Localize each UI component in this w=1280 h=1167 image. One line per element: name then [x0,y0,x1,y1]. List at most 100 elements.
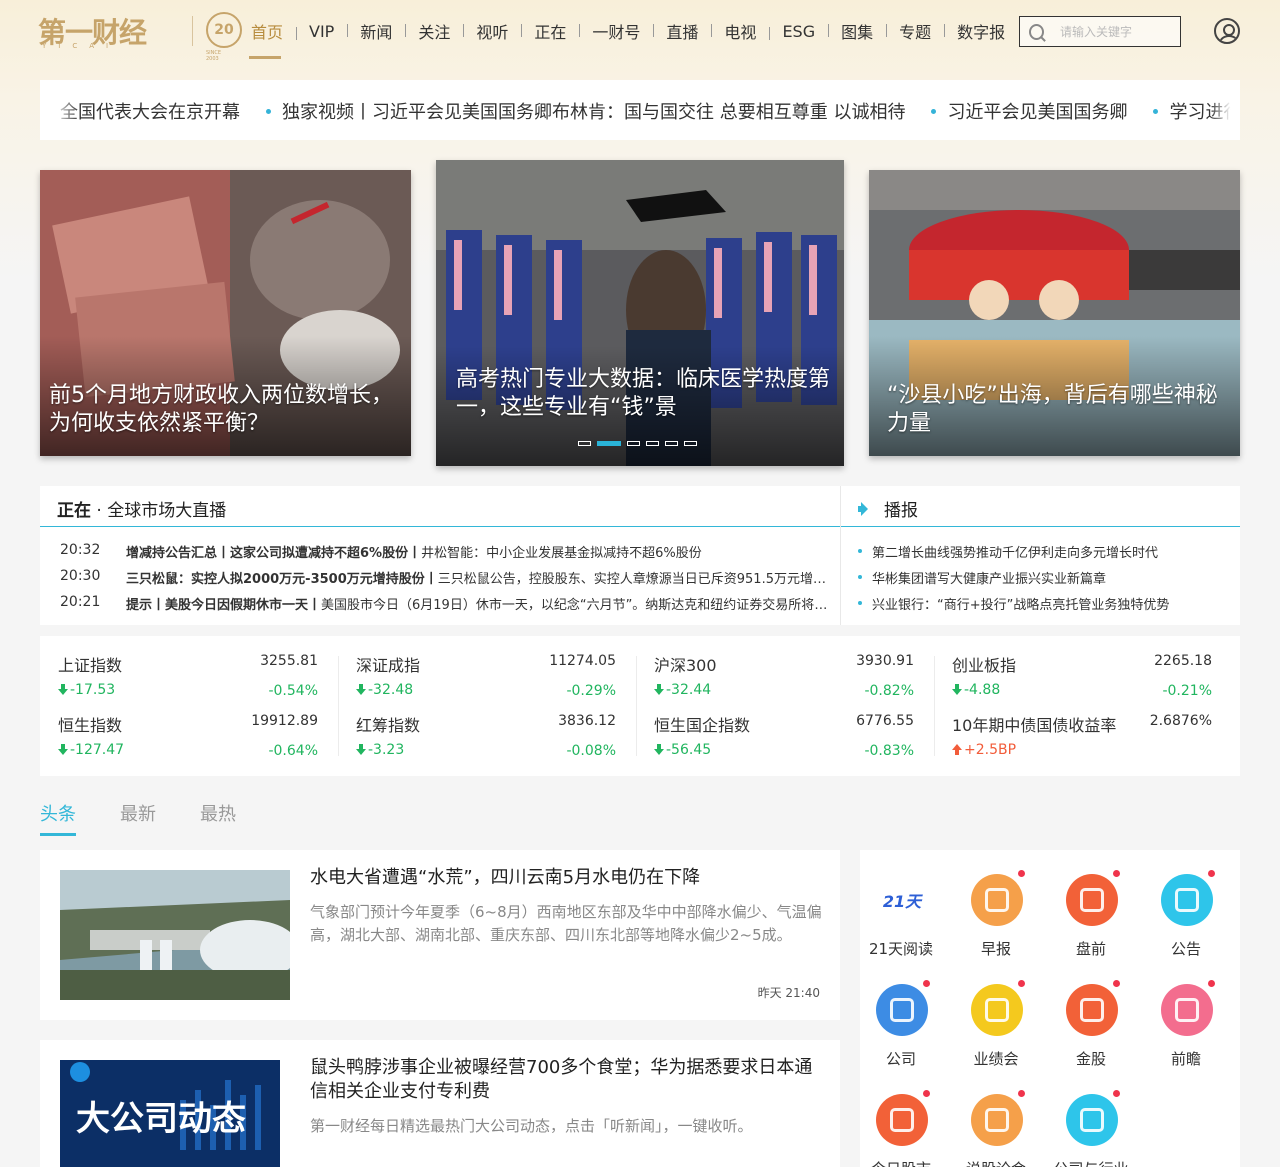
app-5[interactable]: 业绩会 [951,960,1041,1068]
index-value: 2.6876% [1149,713,1212,729]
market-index[interactable]: 深证成指 11274.05 -32.48 -0.29% [356,636,616,699]
live-title[interactable]: 正在 · 全球市场大直播 [57,496,226,521]
index-name: 红筹指数 [356,716,421,735]
arrow-down-icon [654,744,664,755]
nav-item[interactable]: 正在 [521,19,579,43]
index-percent: -0.08% [566,743,616,759]
app-9[interactable]: 说股论会 [951,1070,1041,1167]
market-index[interactable]: 红筹指数 3836.12 -3.23 -0.08% [356,696,616,759]
live-item[interactable]: 20:30 三只松鼠：实控人拟2000万元-3500万元增持股份丨三只松鼠公告，控… [60,568,835,587]
app-10[interactable]: 公司与行业 [1046,1070,1136,1167]
index-value: 11274.05 [549,653,616,669]
ticker-fade-right [1210,80,1240,140]
broadcast-title[interactable]: 播报 [858,496,918,521]
carousel-dot[interactable] [627,441,640,446]
calendar-21-icon: 21天 [876,874,928,926]
nav-item[interactable]: 一财号 [579,19,653,43]
app-1[interactable]: 早报 [951,850,1041,958]
market-index[interactable]: 上证指数 3255.81 -17.53 -0.54% [58,636,318,699]
live-text[interactable]: 三只松鼠：实控人拟2000万元-3500万元增持股份丨三只松鼠公告，控股股东、实… [126,568,835,587]
broadcast-item[interactable]: 第二增长曲线强势推动千亿伊利走向多元增长时代 [858,542,1158,561]
ticker-item[interactable]: 习近平会见美国国务卿 [931,98,1153,124]
market-index[interactable]: 10年期中债国债收益率 2.6876% +2.5BP [952,696,1212,758]
arrow-up-icon [952,744,962,755]
market-index[interactable]: 恒生国企指数 6776.55 -56.45 -0.83% [654,696,914,759]
nav-item[interactable]: ESG [769,22,828,41]
live-item[interactable]: 20:21 提示丨美股今日因假期休市一天丨美国股市今日（6月19日）休市一天，以纪… [60,594,835,613]
carousel-dot[interactable] [684,441,697,446]
notification-dot [1208,980,1215,987]
market-index[interactable]: 恒生指数 19912.89 -127.47 -0.64% [58,696,318,759]
live-detail: 美国股市今日（6月19日）休市一天，以纪念“六月节”。纳斯达克和纽约证券交易所将… [321,598,835,613]
carousel-card-left[interactable]: 前5个月地方财政收入两位数增长，为何收支依然紧平衡？ [40,170,411,456]
nav-item[interactable]: 电视 [711,19,769,43]
ticker-item[interactable]: 独家视频丨习近平会见美国国务卿布林肯：国与国交往 总要相互尊重 以诚相待 [266,98,931,124]
broadcast-item[interactable]: 华彬集团谱写大健康产业振兴实业新篇章 [858,568,1106,587]
market-index[interactable]: 创业板指 2265.18 -4.88 -0.21% [952,636,1212,699]
nav-item[interactable]: 直播 [653,19,711,43]
carousel-card-right[interactable]: “沙县小吃”出海，背后有哪些神秘力量 [869,170,1240,456]
article-card[interactable]: 水电大省遭遇“水荒”，四川云南5月水电仍在下降 气象部门预计今年夏季（6~8月）… [40,850,840,1020]
nav-item[interactable]: VIP [296,22,347,41]
nav-item[interactable]: 首页 [238,19,296,43]
broadcast-item[interactable]: 兴业银行：“商行+投行”战略点亮托管业务独特优势 [858,594,1169,613]
nav-item[interactable]: 关注 [405,19,463,43]
carousel-caption[interactable]: 高考热门专业大数据：临床医学热度第一，这些专业有“钱”景 [456,366,832,422]
feed-tab[interactable]: 最新 [120,800,156,832]
carousel-caption[interactable]: “沙县小吃”出海，背后有哪些神秘力量 [887,382,1228,438]
app-4[interactable]: 公司 [856,960,946,1068]
app-badge-text: 21天 [882,892,922,911]
article-time: 昨天 21:40 [757,986,820,1000]
live-text[interactable]: 增减持公告汇总丨这家公司拟遭减持不超6%股份丨井松智能：中小企业发展基金拟减持不… [126,542,835,561]
search-input[interactable] [1060,24,1180,39]
app-6[interactable]: 金股 [1046,960,1136,1068]
shield-check-icon [1066,984,1118,1036]
app-8[interactable]: 今日股市 [856,1070,946,1167]
headline-ticker: 全国代表大会在京开幕 独家视频丨习近平会见美国国务卿布林肯：国与国交往 总要相互… [40,80,1240,140]
index-change: -56.45 [654,742,711,758]
user-account-icon[interactable] [1214,18,1240,44]
index-change-value: +2.5BP [964,742,1017,758]
article-card[interactable]: 大公司动态 鼠头鸭脖涉事企业被曝经营700多个食堂；华为据悉要求日本通信相关企业… [40,1040,840,1167]
feed-tab[interactable]: 最热 [200,800,236,832]
search-icon[interactable] [1029,23,1044,40]
live-headline: 增减持公告汇总丨这家公司拟遭减持不超6%股份丨 [126,546,422,561]
nav-item[interactable]: 专题 [886,19,944,43]
app-2[interactable]: 盘前 [1046,850,1136,958]
app-7[interactable]: 前瞻 [1141,960,1231,1068]
speaker-icon [1161,874,1213,926]
article-title[interactable]: 水电大省遭遇“水荒”，四川云南5月水电仍在下降 [310,866,830,890]
live-text[interactable]: 提示丨美股今日因假期休市一天丨美国股市今日（6月19日）休市一天，以纪念“六月节… [126,594,835,613]
carousel-dot[interactable] [665,441,678,446]
carousel-dot[interactable] [646,441,659,446]
carousel-caption[interactable]: 前5个月地方财政收入两位数增长，为何收支依然紧平衡？ [49,382,399,438]
article-title[interactable]: 鼠头鸭脖涉事企业被曝经营700多个食堂；华为据悉要求日本通信相关企业支付专利费 [310,1056,830,1104]
live-headline: 提示丨美股今日因假期休市一天丨 [126,598,322,613]
broadcast-title-text: 播报 [884,501,918,521]
ticker-item[interactable]: 全国代表大会在京开幕 [60,98,266,124]
anniversary-badge: 20 [206,12,242,48]
logo-divider [192,16,193,46]
app-3[interactable]: 公告 [1141,850,1231,958]
cover-label: 大公司动态 [76,1099,246,1139]
index-value: 19912.89 [251,713,318,729]
nav-item[interactable]: 新闻 [347,19,405,43]
search-box[interactable] [1019,16,1181,47]
nav-item[interactable]: 视听 [463,19,521,43]
nav-item[interactable]: 数字报 [944,19,1018,43]
index-percent: -0.83% [864,743,914,759]
market-index[interactable]: 沪深300 3930.91 -32.44 -0.82% [654,636,914,699]
nav-item[interactable]: 图集 [828,19,886,43]
live-item[interactable]: 20:32 增减持公告汇总丨这家公司拟遭减持不超6%股份丨井松智能：中小企业发展基… [60,542,835,561]
carousel-card-center[interactable]: 高考热门专业大数据：临床医学热度第一，这些专业有“钱”景 [436,160,844,466]
app-0[interactable]: 21天 21天阅读 [856,850,946,958]
logo-sub: YICAI [42,42,121,50]
app-label: 公告 [1170,940,1201,958]
carousel-dot[interactable] [578,441,591,446]
site-logo[interactable]: 第一财经 YICAI 20 SINCE 2003 [38,12,242,62]
carousel-dot[interactable] [597,441,621,446]
notification-dot [1018,870,1025,877]
index-value: 6776.55 [856,713,914,729]
feed-tab[interactable]: 头条 [40,800,76,836]
app-label: 21天阅读 [868,940,934,958]
